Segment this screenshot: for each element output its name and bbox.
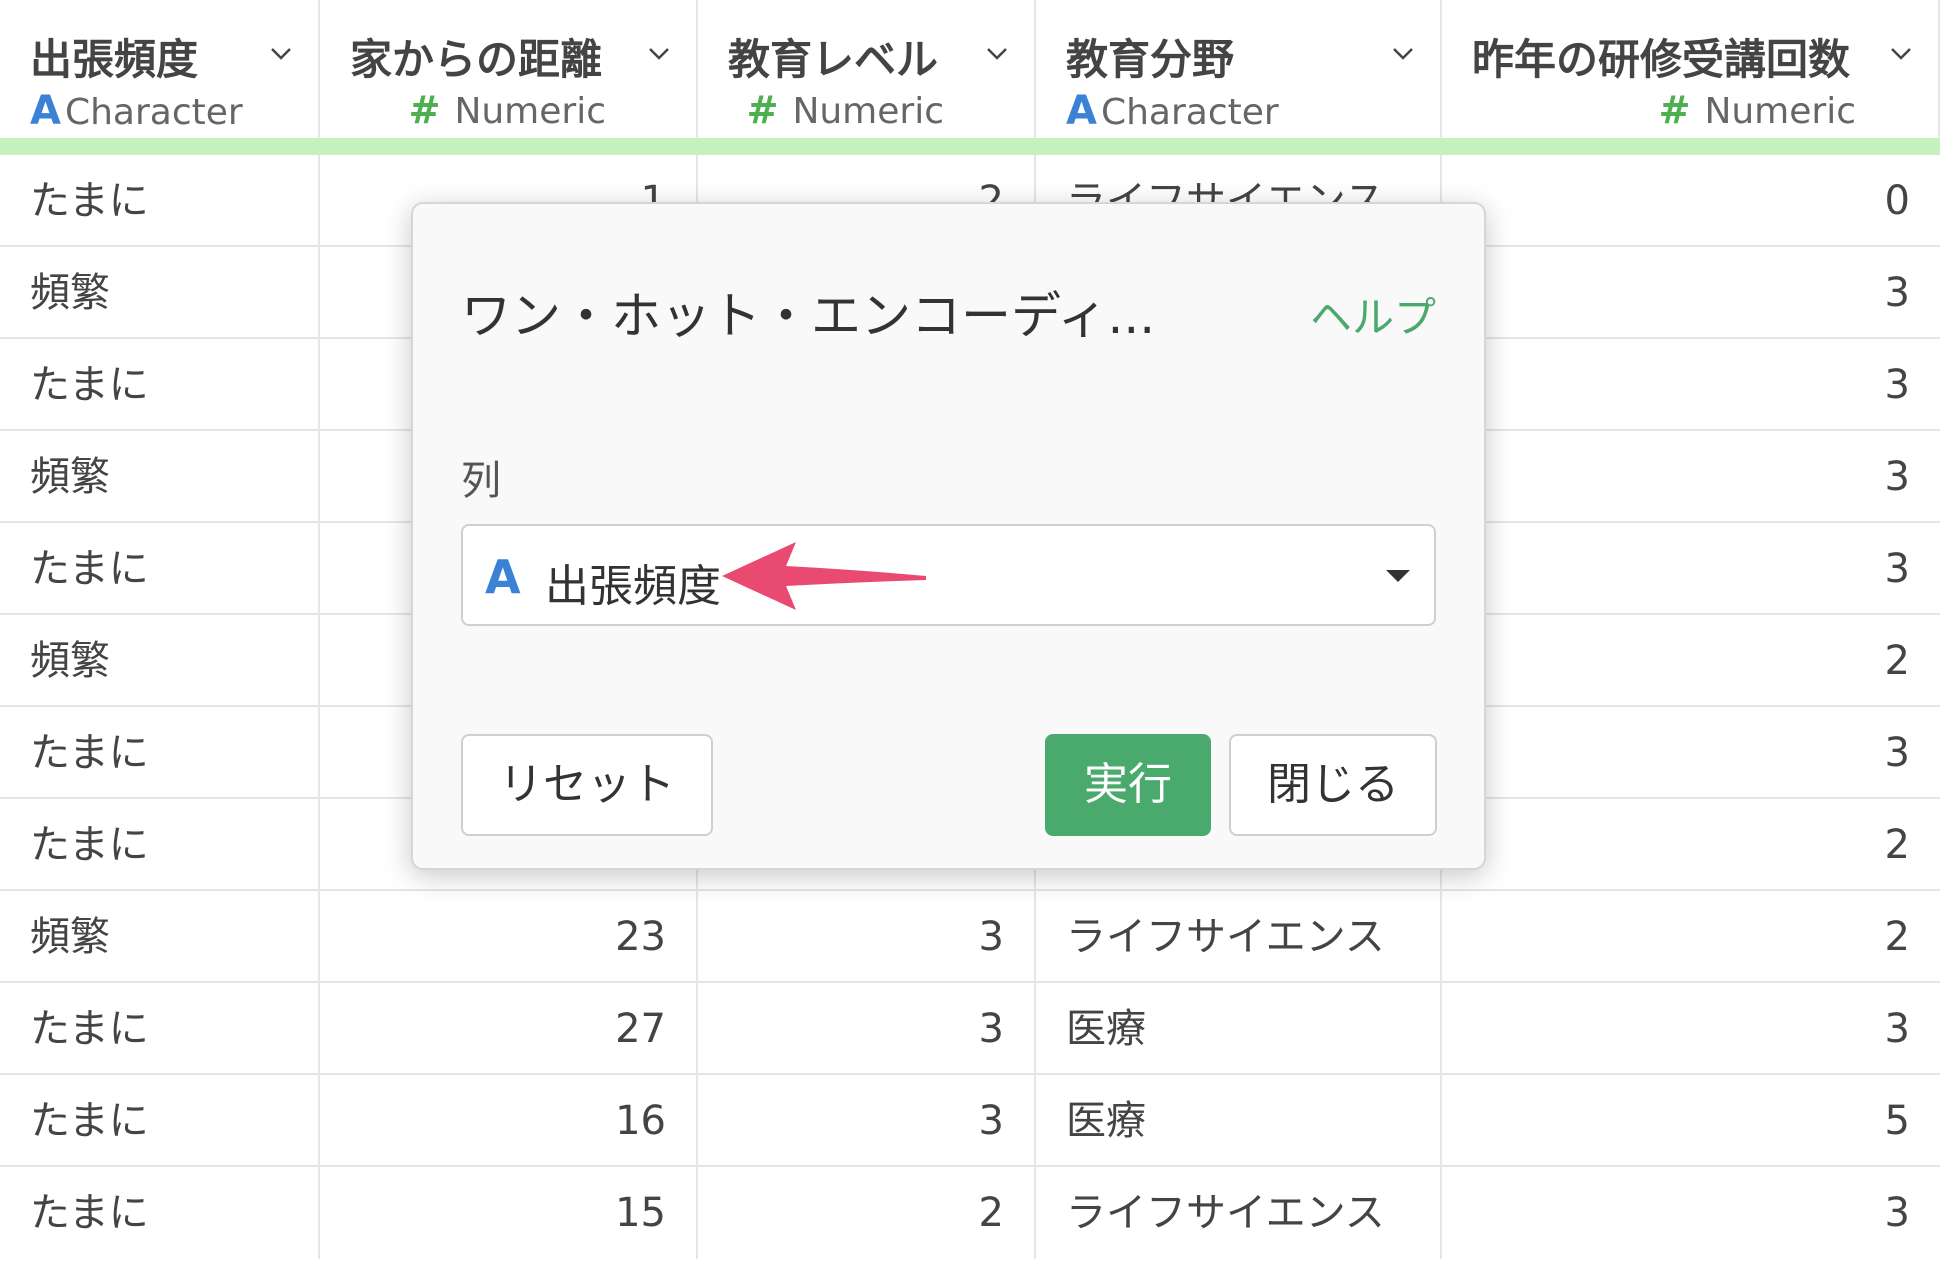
table-cell: たまに (0, 983, 320, 1075)
table-row: 頻繁 23 3 ライフサイエンス 2 (0, 891, 1940, 983)
column-type-label: Character (64, 92, 243, 133)
column-header-1[interactable]: 出張頻度 A Character (0, 0, 320, 140)
column-type: # Numeric (747, 88, 944, 132)
reset-button[interactable]: リセット (461, 734, 713, 836)
column-title: 昨年の研修受講回数 (1472, 35, 1851, 84)
table-cell: 2 (1884, 822, 1910, 868)
table-cell: たまに (0, 155, 320, 247)
column-header-4[interactable]: 教育分野 A Character (1036, 0, 1442, 140)
table-cell: 3 (1884, 454, 1910, 500)
column-type-label: Numeric (792, 91, 944, 132)
numeric-type-icon: # (746, 88, 779, 132)
column-type: # Numeric (409, 88, 606, 132)
one-hot-encoding-dialog: ワン・ホット・エンコーディ... ヘルプ 列 A 出張頻度 リセット 実行 閉じ… (411, 202, 1486, 870)
column-type: A Character (30, 88, 243, 134)
table-cell: 3 (1884, 1190, 1910, 1236)
table-cell: 2 (1884, 914, 1910, 960)
header-quality-bar (0, 138, 1940, 155)
column-header-3[interactable]: 教育レベル # Numeric (698, 0, 1036, 140)
arrow-icon (722, 542, 926, 610)
table-cell: 15 (320, 1167, 698, 1259)
table-cell: 頻繁 (0, 891, 320, 983)
table-cell: 3 (1884, 362, 1910, 408)
table-cell: 2 (1884, 638, 1910, 684)
column-title: 教育レベル (728, 35, 939, 84)
table-cell: たまに (0, 339, 320, 431)
column-select[interactable]: A 出張頻度 (461, 524, 1436, 626)
table-cell: ライフサイエンス (1036, 1167, 1442, 1259)
table-cell: たまに (0, 523, 320, 615)
chevron-down-icon[interactable] (986, 42, 1008, 64)
table-row: たまに 16 3 医療 5 (0, 1075, 1940, 1167)
close-button[interactable]: 閉じる (1229, 734, 1437, 836)
numeric-type-icon: # (1658, 88, 1691, 132)
numeric-type-icon: # (408, 88, 441, 132)
column-type-label: Character (1100, 92, 1279, 133)
table-cell: 3 (698, 1075, 1036, 1167)
column-title: 教育分野 (1066, 35, 1235, 84)
table-cell: 0 (1884, 178, 1910, 224)
table-cell: 頻繁 (0, 431, 320, 523)
chevron-down-icon[interactable] (1392, 42, 1414, 64)
help-link[interactable]: ヘルプ (1310, 284, 1436, 345)
table-cell: 5 (1884, 1098, 1910, 1144)
column-type-label: Numeric (1704, 91, 1856, 132)
table-row: たまに 27 3 医療 3 (0, 983, 1940, 1075)
column-field-label: 列 (461, 458, 501, 504)
table-cell: 頻繁 (0, 615, 320, 707)
table-cell: たまに (0, 707, 320, 799)
column-title: 家からの距離 (350, 35, 603, 84)
dialog-title: ワン・ホット・エンコーディ... (461, 287, 1156, 345)
table-cell: 医療 (1036, 1075, 1442, 1167)
chevron-down-icon[interactable] (270, 42, 292, 64)
table-cell: 23 (320, 891, 698, 983)
character-type-icon: A (1066, 88, 1097, 134)
caret-down-icon[interactable] (1386, 570, 1410, 582)
table-cell: 3 (1884, 1006, 1910, 1052)
table-cell: 3 (1884, 270, 1910, 316)
character-type-icon: A (30, 88, 61, 134)
table-cell: たまに (0, 1167, 320, 1259)
table-cell: 頻繁 (0, 247, 320, 339)
grid-header: 出張頻度 A Character 家からの距離 # Numeric 教育レベル # N… (0, 0, 1940, 140)
run-button[interactable]: 実行 (1045, 734, 1211, 836)
chevron-down-icon[interactable] (1890, 42, 1912, 64)
character-type-icon: A (485, 550, 521, 604)
column-select-value: 出張頻度 (545, 561, 721, 612)
table-cell: 16 (320, 1075, 698, 1167)
column-header-2[interactable]: 家からの距離 # Numeric (320, 0, 698, 140)
table-cell: 2 (698, 1167, 1036, 1259)
table-cell: 3 (698, 891, 1036, 983)
column-title: 出張頻度 (30, 35, 199, 84)
table-cell: 医療 (1036, 983, 1442, 1075)
column-header-5[interactable]: 昨年の研修受講回数 # Numeric (1442, 0, 1940, 140)
table-cell: たまに (0, 1075, 320, 1167)
chevron-down-icon[interactable] (648, 42, 670, 64)
table-cell: たまに (0, 799, 320, 891)
table-row: たまに 15 2 ライフサイエンス 3 (0, 1167, 1940, 1259)
table-cell: ライフサイエンス (1036, 891, 1442, 983)
table-cell: 3 (1884, 730, 1910, 776)
table-cell: 27 (320, 983, 698, 1075)
column-type-label: Numeric (454, 91, 606, 132)
table-cell: 3 (698, 983, 1036, 1075)
table-cell: 3 (1884, 546, 1910, 592)
column-type: A Character (1066, 88, 1279, 134)
column-type: # Numeric (1659, 88, 1856, 132)
